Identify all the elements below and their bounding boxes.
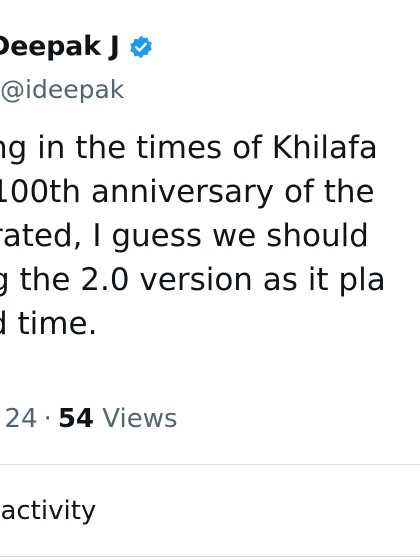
tweet-text-line: d time. bbox=[0, 306, 98, 342]
author-row[interactable]: Deepak J bbox=[0, 30, 154, 64]
tweet-detail: Deepak J @ideepak ng in the times of Khi… bbox=[0, 0, 420, 560]
views-count: 54 bbox=[57, 404, 94, 434]
tweet-meta: t 24·54 Views bbox=[0, 402, 178, 436]
views-label: Views bbox=[102, 404, 178, 434]
tweet-date[interactable]: t 24 bbox=[0, 404, 38, 434]
divider bbox=[0, 464, 420, 465]
author-handle-text: ideepak bbox=[25, 75, 125, 104]
tweet-text: ng in the times of Khilafa 100th anniver… bbox=[0, 126, 420, 346]
tweet-text-line: 100th anniversary of the bbox=[0, 174, 375, 210]
author-name[interactable]: Deepak J bbox=[0, 30, 120, 64]
tweet-text-line: ng in the times of Khilafa bbox=[0, 130, 378, 166]
meta-separator: · bbox=[43, 404, 52, 434]
author-handle[interactable]: @ideepak bbox=[0, 74, 124, 106]
tweet-text-line: g the 2.0 version as it pla bbox=[0, 262, 386, 298]
divider bbox=[0, 556, 420, 557]
verified-badge-icon bbox=[128, 34, 154, 60]
post-activity-link[interactable]: t activity bbox=[0, 494, 96, 528]
tweet-text-line: rated, I guess we should bbox=[0, 218, 369, 254]
